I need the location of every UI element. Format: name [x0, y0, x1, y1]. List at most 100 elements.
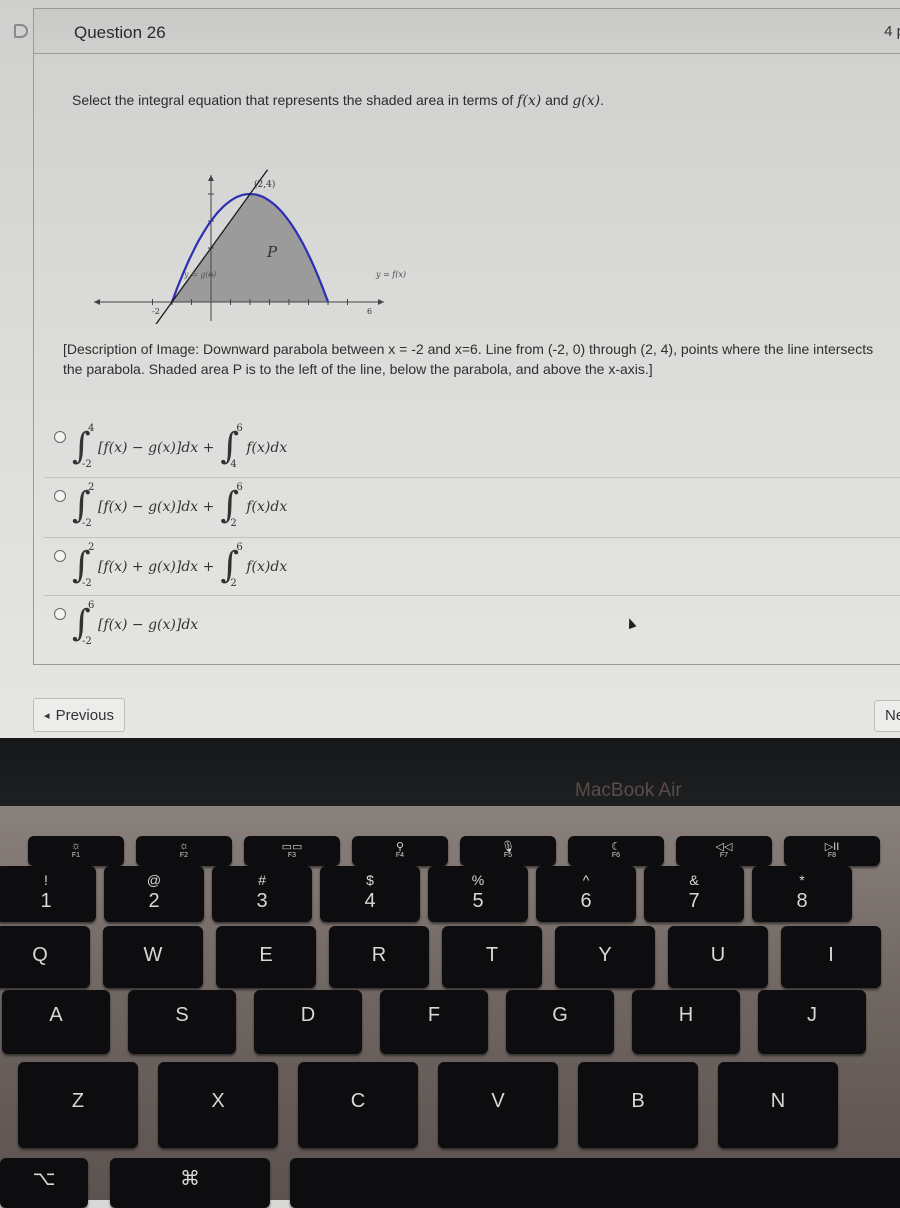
x-left-label: -2 — [152, 307, 160, 316]
key-symbol: * — [799, 872, 805, 888]
key-n[interactable]: N — [718, 1062, 838, 1148]
answer-option-3[interactable]: ∫ 2 -2 [f(x) + g(x)]dx + ∫ 6 2 f(x)dx — [44, 537, 900, 594]
key-r[interactable]: R — [329, 926, 429, 988]
key-label: T — [485, 944, 499, 966]
key-q[interactable]: Q — [0, 926, 90, 988]
key-option[interactable]: ⌥ — [0, 1158, 88, 1208]
question-panel: Question 26 4 p Select the integral equa… — [33, 8, 900, 665]
key-label: Q — [32, 944, 48, 966]
image-description: [Description of Image: Downward parabola… — [63, 341, 874, 377]
key-f2[interactable]: ☼ F2 — [136, 836, 232, 866]
key-command[interactable]: ⌘ — [110, 1158, 270, 1208]
key-label: Y — [598, 944, 612, 966]
fn-label: F3 — [287, 852, 297, 859]
fn-label: F8 — [827, 852, 837, 859]
key-b[interactable]: B — [578, 1062, 698, 1148]
previous-button[interactable]: ◂ Previous — [33, 698, 125, 732]
prompt-text: Select the integral equation that repres… — [72, 92, 518, 108]
key-f5[interactable]: 🎙 F5 — [460, 836, 556, 866]
integral-sign: ∫ 6 4 — [220, 423, 243, 470]
key-label: 3 — [256, 890, 268, 912]
formula: ∫ 2 -2 [f(x) − g(x)]dx + ∫ 6 2 f(x)dx — [72, 482, 293, 532]
y-axis-arrow — [208, 175, 214, 181]
key-8[interactable]: * 8 — [752, 866, 852, 922]
key-5[interactable]: % 5 — [428, 866, 528, 922]
key-g[interactable]: G — [506, 990, 614, 1054]
radio-button[interactable] — [54, 550, 66, 562]
key-f1[interactable]: ☼ F1 — [28, 836, 124, 866]
key-x[interactable]: X — [158, 1062, 278, 1148]
key-label: S — [175, 1004, 189, 1026]
radio-button[interactable] — [54, 431, 66, 443]
answer-option-1[interactable]: ∫ 4 -2 [f(x) − g(x)]dx + ∫ 6 4 f(x)dx — [44, 419, 900, 475]
key-3[interactable]: #3 — [212, 866, 312, 922]
integrand: f(x)dx — [246, 440, 288, 456]
key-f6[interactable]: ☾ F6 — [568, 836, 664, 866]
key-f3[interactable]: ▭▭ F3 — [244, 836, 340, 866]
integrand: [f(x) − g(x)]dx + — [98, 499, 215, 515]
key-symbol: ^ — [582, 872, 590, 888]
laptop-brand: MacBook Air — [575, 780, 682, 801]
key-label: 1 — [40, 890, 52, 912]
next-button[interactable]: Ne — [874, 700, 900, 732]
key-label: H — [678, 1004, 694, 1026]
laptop-bezel — [0, 738, 900, 806]
question-points: 4 p — [884, 23, 900, 40]
key-y[interactable]: Y — [555, 926, 655, 988]
key-e[interactable]: E — [216, 926, 316, 988]
key-z[interactable]: Z — [18, 1062, 138, 1148]
integrand: [f(x) − g(x)]dx — [98, 617, 199, 633]
key-w[interactable]: W — [103, 926, 203, 988]
formula: ∫ 6 -2 [f(x) − g(x)]dx — [72, 600, 204, 650]
answer-option-4[interactable]: ∫ 6 -2 [f(x) − g(x)]dx — [44, 595, 900, 652]
key-i[interactable]: I — [781, 926, 881, 988]
radio-button[interactable] — [54, 490, 66, 502]
key-label: X — [211, 1090, 225, 1112]
key-7[interactable]: & 7 — [644, 866, 744, 922]
key-label: R — [371, 944, 387, 966]
key-f4[interactable]: ⚲ F4 — [352, 836, 448, 866]
flag-question-icon[interactable] — [14, 24, 28, 38]
fn-label: F6 — [611, 852, 621, 859]
key-label: E — [259, 944, 273, 966]
key-1[interactable]: ! 1 — [0, 866, 96, 922]
key-label: Z — [71, 1090, 85, 1112]
key-6[interactable]: ^ 6 — [536, 866, 636, 922]
fn-icon: ☼ — [70, 840, 82, 852]
key-symbol: % — [471, 872, 485, 888]
key-f7[interactable]: ◁◁ F7 — [676, 836, 772, 866]
key-label: 8 — [796, 890, 808, 912]
key-f8[interactable]: ▷II F8 — [784, 836, 880, 866]
key-c[interactable]: C — [298, 1062, 418, 1148]
key-j[interactable]: J — [758, 990, 866, 1054]
fn-icon: ☼ — [178, 840, 190, 852]
key-s[interactable]: S — [128, 990, 236, 1054]
point-label: (2,4) — [254, 179, 275, 190]
key-v[interactable]: V — [438, 1062, 558, 1148]
key-label: I — [828, 944, 834, 966]
key-t[interactable]: T — [442, 926, 542, 988]
integrand: f(x)dx — [246, 499, 288, 515]
fn-label: F5 — [503, 852, 513, 859]
integral-sign: ∫ 2 -2 — [72, 482, 95, 529]
key-d[interactable]: D — [254, 990, 362, 1054]
key-u[interactable]: U — [668, 926, 768, 988]
command-key-icon: ⌘ — [180, 1168, 200, 1190]
key-4[interactable]: $4 — [320, 866, 420, 922]
integral-sign: ∫ 2 -2 — [72, 542, 95, 589]
key-f[interactable]: F — [380, 990, 488, 1054]
key-a[interactable]: A — [2, 990, 110, 1054]
key-symbol: @ — [146, 872, 162, 888]
prompt-g: g(x) — [572, 93, 601, 109]
formula: ∫ 2 -2 [f(x) + g(x)]dx + ∫ 6 2 f(x)dx — [72, 542, 293, 592]
key-2[interactable]: @2 — [104, 866, 204, 922]
line-label: y = g(x) — [183, 270, 216, 279]
answer-option-2[interactable]: ∫ 2 -2 [f(x) − g(x)]dx + ∫ 6 2 f(x)dx — [44, 477, 900, 534]
formula: ∫ 4 -2 [f(x) − g(x)]dx + ∫ 6 4 f(x)dx — [72, 423, 293, 473]
key-h[interactable]: H — [632, 990, 740, 1054]
key-label: D — [300, 1004, 316, 1026]
key-space[interactable] — [290, 1158, 900, 1208]
screen: Question 26 4 p Select the integral equa… — [0, 0, 900, 740]
key-label: 2 — [148, 890, 160, 912]
radio-button[interactable] — [54, 608, 66, 620]
